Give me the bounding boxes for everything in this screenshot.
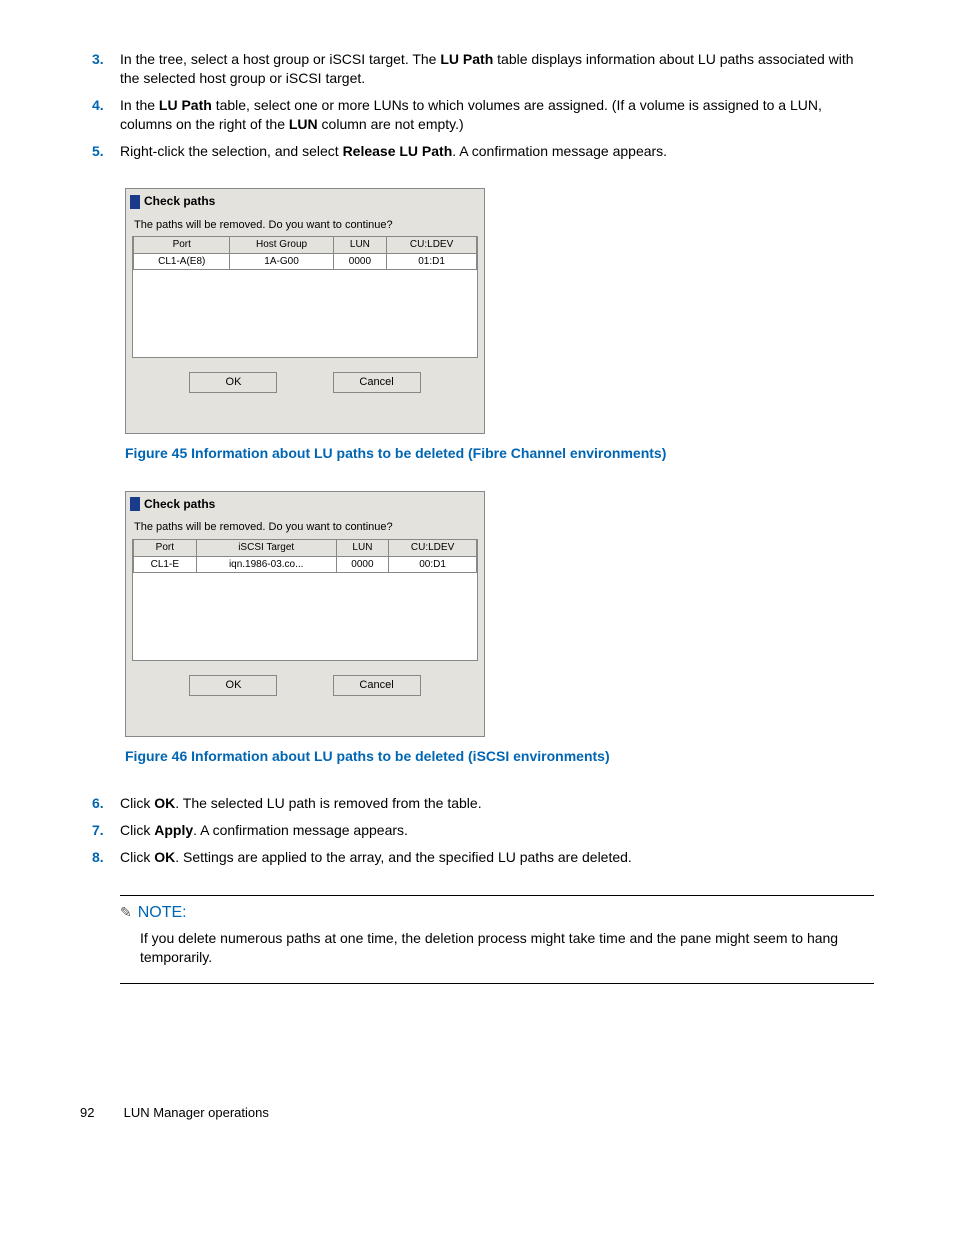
cancel-button[interactable]: Cancel <box>333 675 421 696</box>
note-icon: ✎ <box>120 903 132 922</box>
dialog-title: Check paths <box>126 189 484 211</box>
title-icon <box>130 195 140 209</box>
col-port: Port <box>134 237 230 253</box>
step-item: 3.In the tree, select a host group or iS… <box>120 50 874 88</box>
table-header-row: Port Host Group LUN CU:LDEV <box>134 237 477 253</box>
title-icon <box>130 497 140 511</box>
step-number: 7. <box>92 821 104 840</box>
cell-port: CL1-A(E8) <box>134 253 230 270</box>
bold-term: LU Path <box>159 97 212 113</box>
cancel-button[interactable]: Cancel <box>333 372 421 393</box>
cell-iscsi: iqn.1986-03.co... <box>196 556 336 573</box>
note-divider-top <box>120 895 874 896</box>
dialog-table: Port iSCSI Target LUN CU:LDEV CL1-E iqn.… <box>132 539 478 661</box>
cell-culdev: 00:D1 <box>389 556 477 573</box>
cell-hostgroup: 1A-G00 <box>230 253 333 270</box>
col-iscsi: iSCSI Target <box>196 540 336 556</box>
dialog-message: The paths will be removed. Do you want t… <box>126 514 484 539</box>
step-item: 4.In the LU Path table, select one or mo… <box>120 96 874 134</box>
check-paths-dialog-fc: Check paths The paths will be removed. D… <box>125 188 485 434</box>
col-lun: LUN <box>333 237 387 253</box>
cell-culdev: 01:D1 <box>387 253 477 270</box>
page-footer: 92 LUN Manager operations <box>80 1104 874 1122</box>
bold-term: OK <box>154 795 175 811</box>
ok-button[interactable]: OK <box>189 372 277 393</box>
col-hostgroup: Host Group <box>230 237 333 253</box>
table-row[interactable]: CL1-A(E8) 1A-G00 0000 01:D1 <box>134 253 477 270</box>
col-port: Port <box>134 540 197 556</box>
note-body: If you delete numerous paths at one time… <box>140 929 874 967</box>
step-item: 5.Right-click the selection, and select … <box>120 142 874 161</box>
cell-lun: 0000 <box>336 556 388 573</box>
note-divider-bottom <box>120 983 874 984</box>
bold-term: Apply <box>154 822 193 838</box>
bold-term: Release LU Path <box>343 143 453 159</box>
cell-port: CL1-E <box>134 556 197 573</box>
step-item: 6.Click OK. The selected LU path is remo… <box>120 794 874 813</box>
bold-term: LU Path <box>440 51 493 67</box>
step-number: 4. <box>92 96 104 115</box>
step-number: 6. <box>92 794 104 813</box>
dialog-title: Check paths <box>126 492 484 514</box>
note-label: NOTE: <box>138 902 187 924</box>
col-lun: LUN <box>336 540 388 556</box>
steps-top: 3.In the tree, select a host group or iS… <box>80 50 874 160</box>
page-number: 92 <box>80 1104 120 1122</box>
figure-46-caption: Figure 46 Information about LU paths to … <box>125 747 874 766</box>
step-item: 7.Click Apply. A confirmation message ap… <box>120 821 874 840</box>
bold-term: OK <box>154 849 175 865</box>
steps-bottom: 6.Click OK. The selected LU path is remo… <box>80 794 874 867</box>
section-title: LUN Manager operations <box>124 1105 269 1120</box>
note-heading: ✎ NOTE: <box>120 902 874 924</box>
step-number: 3. <box>92 50 104 69</box>
table-row[interactable]: CL1-E iqn.1986-03.co... 0000 00:D1 <box>134 556 477 573</box>
figure-45-caption: Figure 45 Information about LU paths to … <box>125 444 874 463</box>
dialog-message: The paths will be removed. Do you want t… <box>126 212 484 237</box>
col-culdev: CU:LDEV <box>389 540 477 556</box>
bold-term: LUN <box>289 116 318 132</box>
dialog-title-text: Check paths <box>144 496 215 512</box>
ok-button[interactable]: OK <box>189 675 277 696</box>
step-number: 5. <box>92 142 104 161</box>
col-culdev: CU:LDEV <box>387 237 477 253</box>
dialog-table: Port Host Group LUN CU:LDEV CL1-A(E8) 1A… <box>132 236 478 358</box>
step-number: 8. <box>92 848 104 867</box>
step-item: 8.Click OK. Settings are applied to the … <box>120 848 874 867</box>
dialog-title-text: Check paths <box>144 193 215 209</box>
check-paths-dialog-iscsi: Check paths The paths will be removed. D… <box>125 491 485 737</box>
cell-lun: 0000 <box>333 253 387 270</box>
table-header-row: Port iSCSI Target LUN CU:LDEV <box>134 540 477 556</box>
